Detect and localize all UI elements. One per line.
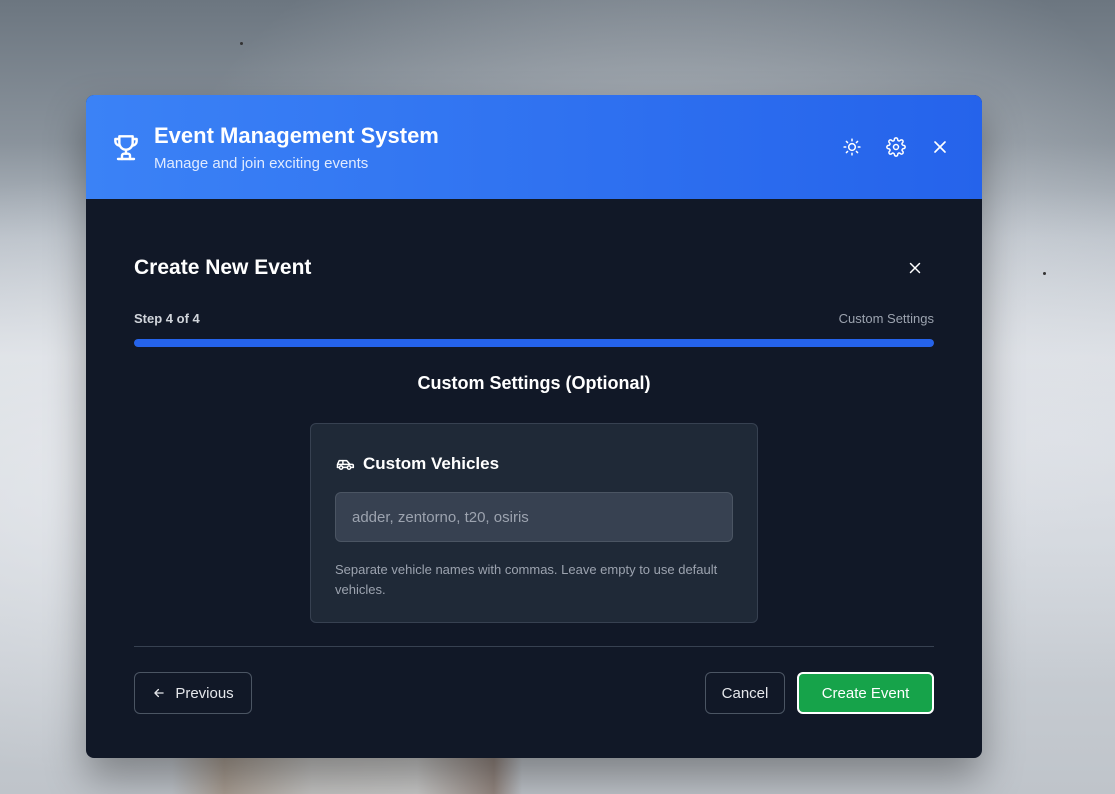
card-title: Custom Vehicles	[363, 454, 500, 473]
previous-button-label: Previous	[175, 684, 234, 702]
background-speck	[240, 42, 243, 45]
sun-icon	[843, 138, 861, 156]
section-title: Custom Settings (Optional)	[417, 373, 651, 393]
vehicles-hint: Separate vehicle names with commas. Leav…	[335, 562, 718, 597]
previous-button[interactable]: Previous	[134, 672, 252, 714]
close-icon	[909, 262, 921, 274]
step-name: Custom Settings	[838, 311, 934, 326]
event-management-window: Event Management System Manage and join …	[86, 95, 982, 758]
window-header: Event Management System Manage and join …	[86, 95, 982, 199]
theme-toggle-button[interactable]	[840, 135, 864, 159]
app-title: Event Management System	[154, 123, 439, 148]
close-form-button[interactable]	[904, 257, 926, 279]
background-speck	[1043, 272, 1046, 275]
settings-button[interactable]	[884, 135, 908, 159]
vehicles-input[interactable]	[335, 492, 733, 542]
progress-bar	[134, 339, 934, 347]
car-icon	[336, 459, 355, 470]
create-event-button-label: Create Event	[821, 684, 910, 702]
trophy-icon	[114, 135, 138, 161]
close-icon	[934, 141, 946, 153]
card-header: Custom Vehicles	[335, 454, 499, 474]
arrow-left-icon	[154, 688, 165, 698]
footer-divider	[134, 646, 934, 647]
create-event-form: Create New Event Step 4 of 4 Custom Sett…	[86, 199, 982, 758]
form-title: Create New Event	[134, 256, 312, 279]
gear-icon	[886, 137, 906, 157]
app-subtitle: Manage and join exciting events	[154, 155, 369, 172]
cancel-button[interactable]: Cancel	[705, 672, 785, 714]
cancel-button-label: Cancel	[721, 684, 769, 702]
step-indicator: Step 4 of 4	[134, 311, 200, 326]
close-window-button[interactable]	[928, 135, 952, 159]
progress-bar-fill	[134, 339, 934, 347]
create-event-button[interactable]: Create Event	[797, 672, 934, 714]
custom-vehicles-card: Custom Vehicles Separate vehicle names w…	[310, 423, 758, 623]
